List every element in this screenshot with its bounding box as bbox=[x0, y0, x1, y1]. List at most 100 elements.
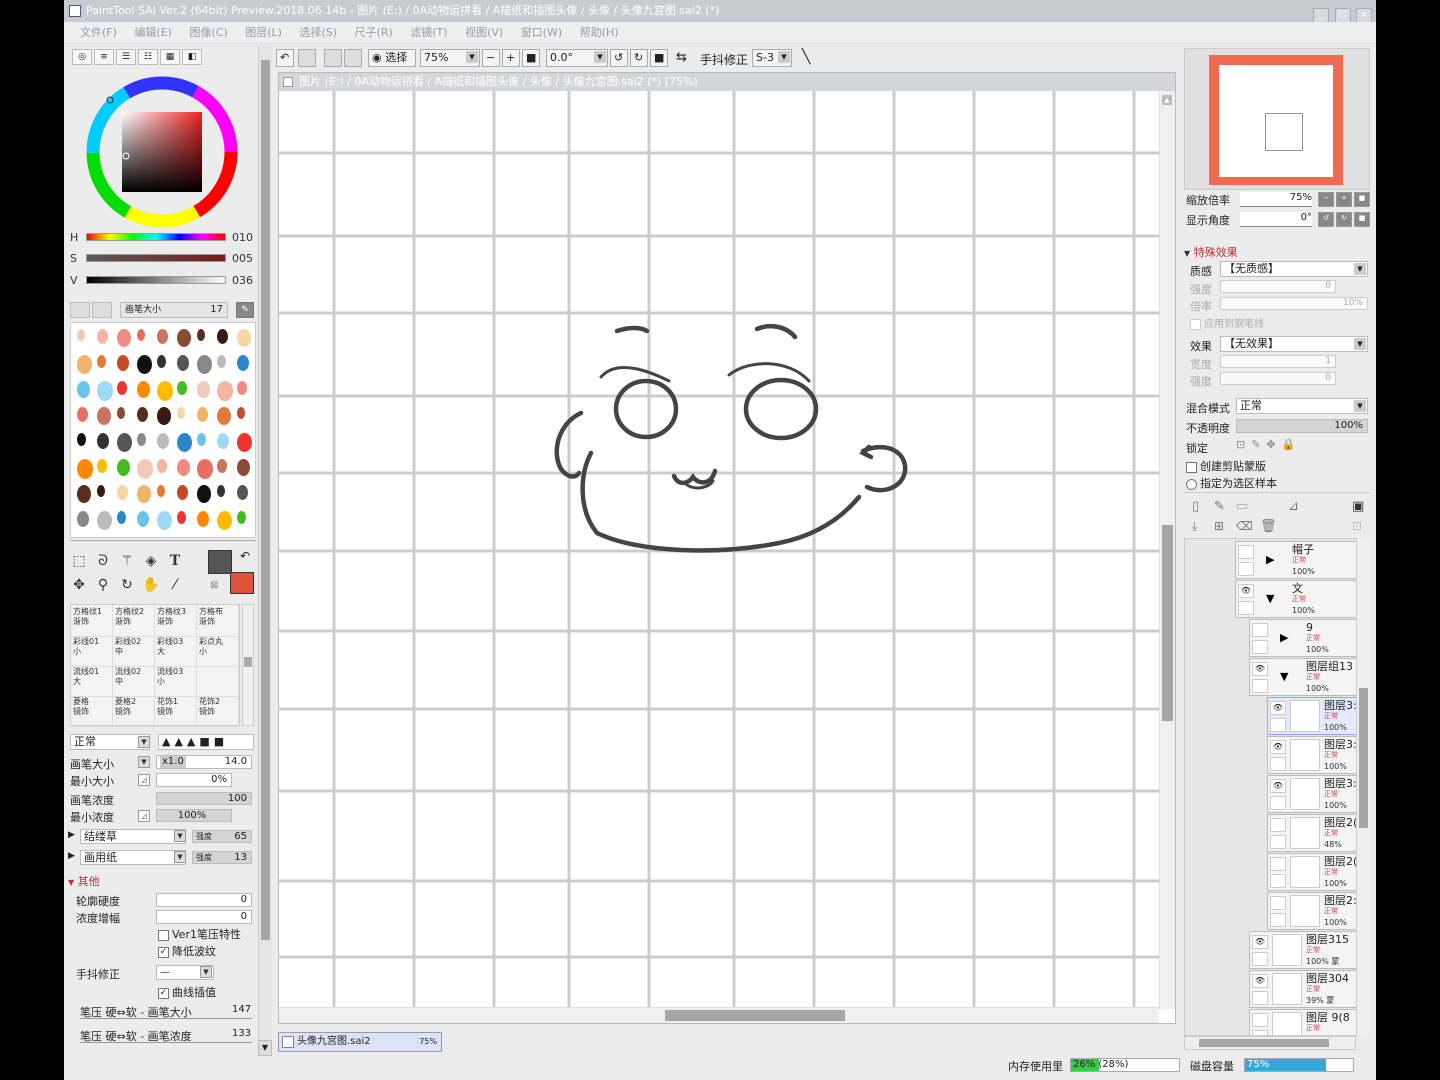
folder-closed-icon[interactable]: ▶ bbox=[1266, 554, 1274, 565]
color-swatch[interactable] bbox=[97, 329, 108, 344]
brush-cell[interactable]: 彩线03 大 bbox=[155, 635, 197, 667]
magic-wand-icon[interactable]: ⚚ bbox=[116, 550, 138, 572]
rgb-slider-tab-icon[interactable]: ≡ bbox=[94, 49, 114, 65]
color-swatch[interactable] bbox=[177, 459, 190, 476]
layer-row[interactable]: ▶ 9 正常 100% bbox=[1249, 619, 1359, 657]
angle-select[interactable]: 0.0° ▼ bbox=[546, 49, 608, 67]
menu-ruler[interactable]: 尺子(R) bbox=[355, 22, 393, 44]
apply-pen-checkbox[interactable]: 应用到钢笔线 bbox=[1190, 315, 1264, 330]
folder-open-icon[interactable]: ▼ bbox=[1280, 671, 1288, 682]
zoom-reset-icon[interactable]: ■ bbox=[522, 49, 540, 67]
texture1-select[interactable]: 结缕草 bbox=[80, 829, 186, 844]
other-section-header[interactable]: ▼ 其他 bbox=[68, 873, 100, 889]
color-swatch[interactable] bbox=[137, 485, 151, 503]
straight-line-icon[interactable]: ╲ bbox=[802, 49, 810, 65]
layer-lock-box[interactable] bbox=[1270, 718, 1286, 732]
color-swatches[interactable] bbox=[70, 322, 256, 538]
size-dropdown-icon[interactable]: ▼ bbox=[138, 756, 150, 768]
visibility-eye-icon[interactable] bbox=[1252, 623, 1268, 637]
ref-layer-radio[interactable]: 指定为选区样本 bbox=[1186, 475, 1277, 491]
nav-zoom-out-icon[interactable]: − bbox=[1318, 192, 1334, 207]
color-wheel[interactable] bbox=[86, 76, 238, 228]
eyedropper-icon[interactable]: ⁄ bbox=[164, 574, 186, 596]
nav-zoom-reset-icon[interactable]: ■ bbox=[1354, 192, 1370, 207]
color-swatch[interactable] bbox=[197, 407, 208, 422]
scratchpad-tab-icon[interactable]: ◧ bbox=[182, 49, 202, 65]
color-swatch[interactable] bbox=[117, 381, 127, 395]
menu-layer[interactable]: 图层(L) bbox=[245, 22, 282, 44]
value-slider[interactable] bbox=[86, 276, 226, 284]
layer-row[interactable]: 👁 ▼ 图层组13 正常 100% bbox=[1249, 658, 1359, 696]
color-swatch[interactable] bbox=[77, 329, 85, 341]
move-icon[interactable]: ✥ bbox=[68, 574, 90, 596]
color-swatch[interactable] bbox=[197, 329, 205, 341]
color-swatch[interactable] bbox=[77, 511, 89, 527]
visibility-eye-icon[interactable]: 👁 bbox=[1252, 974, 1268, 988]
maximize-button[interactable]: □ bbox=[1334, 8, 1351, 23]
bucket-icon[interactable]: ◈ bbox=[140, 550, 162, 572]
canvas-vertical-scrollbar[interactable]: ▲ bbox=[1159, 91, 1175, 1009]
density-slider[interactable]: 100 bbox=[156, 792, 252, 805]
color-swatch[interactable] bbox=[97, 485, 105, 497]
min-density-curve-icon[interactable]: ◿ bbox=[138, 810, 150, 822]
color-swatch[interactable] bbox=[237, 355, 249, 371]
layer-lock-box[interactable] bbox=[1270, 757, 1286, 771]
layer-lock-box[interactable] bbox=[1252, 640, 1268, 654]
layer-row[interactable]: 👁 图层304 正常 39% 蒙 bbox=[1249, 970, 1359, 1008]
curve-interp-checkbox[interactable]: ✓ 曲线插值 bbox=[158, 984, 216, 1000]
reduce-ripple-checkbox[interactable]: ✓ 降低波纹 bbox=[158, 943, 216, 959]
chevron-down-icon[interactable]: ▼ bbox=[200, 966, 212, 978]
layer-lock-box[interactable] bbox=[1270, 835, 1286, 849]
stabilizer-select[interactable]: S-3 ▼ bbox=[752, 49, 792, 67]
color-wheel-tab-icon[interactable]: ◎ bbox=[72, 49, 92, 65]
visibility-eye-icon[interactable] bbox=[1270, 818, 1286, 832]
color-swatch[interactable] bbox=[77, 485, 91, 503]
zoom-select[interactable]: 75% ▼ bbox=[420, 49, 480, 67]
layer-lock-box[interactable] bbox=[1252, 991, 1268, 1005]
texture2-strength[interactable]: 强度 13 bbox=[192, 851, 252, 864]
color-swatch[interactable] bbox=[77, 407, 88, 422]
color-swatch[interactable] bbox=[237, 433, 252, 452]
nav-zoom-in-icon[interactable]: + bbox=[1336, 192, 1352, 207]
brush-cell[interactable]: 菱格2 镜饰 bbox=[113, 695, 155, 727]
minimize-button[interactable]: _ bbox=[1313, 8, 1329, 23]
brush-cell[interactable]: 方格纹3 渐饰 bbox=[155, 605, 197, 637]
color-swatch[interactable] bbox=[217, 381, 233, 401]
brush-cell[interactable]: 方格纹1 渐饰 bbox=[71, 605, 113, 637]
visibility-eye-icon[interactable] bbox=[1252, 1013, 1268, 1027]
layer-lock-box[interactable] bbox=[1270, 874, 1286, 888]
nav-rotate-reset-icon[interactable]: ■ bbox=[1354, 212, 1370, 227]
zoom-slider[interactable]: 75% bbox=[1240, 192, 1312, 207]
layer-lock-box[interactable] bbox=[1252, 952, 1268, 966]
chevron-down-icon[interactable]: ▼ bbox=[138, 736, 150, 748]
color-swatch[interactable] bbox=[137, 459, 153, 479]
color-swatch[interactable] bbox=[197, 485, 211, 503]
hand-icon[interactable]: ✋ bbox=[140, 574, 162, 596]
menu-window[interactable]: 窗口(W) bbox=[521, 22, 562, 44]
left-panel-scrollbar[interactable] bbox=[258, 46, 272, 1046]
menu-edit[interactable]: 编辑(E) bbox=[134, 22, 172, 44]
brush-cell[interactable]: 彩线02 中 bbox=[113, 635, 155, 667]
color-swatch[interactable] bbox=[197, 511, 209, 527]
color-swatch[interactable] bbox=[97, 511, 112, 530]
visibility-eye-icon[interactable] bbox=[1270, 857, 1286, 871]
color-swatch[interactable] bbox=[137, 329, 145, 341]
brush-cell[interactable]: 流线03 小 bbox=[155, 665, 197, 697]
rotate-left-icon[interactable]: ↺ bbox=[610, 49, 628, 67]
layer-row[interactable]: 图层 9(8 正常 bbox=[1249, 1009, 1359, 1035]
color-swatch[interactable] bbox=[237, 511, 246, 524]
layer-lock-box[interactable] bbox=[1238, 562, 1254, 576]
effect-select[interactable]: 【无效果】 ▼ bbox=[1220, 336, 1368, 352]
menu-select[interactable]: 选择(S) bbox=[299, 22, 337, 44]
brush-shape-selector[interactable]: ▲▲▲■■ bbox=[158, 734, 254, 750]
swap-colors-icon[interactable]: ↶ bbox=[240, 549, 250, 563]
visibility-eye-icon[interactable] bbox=[1238, 545, 1254, 559]
brush-size-field[interactable]: 画笔大小 17 bbox=[120, 302, 228, 318]
brush-grid-scrollbar[interactable] bbox=[242, 604, 254, 726]
new-pen-layer-icon[interactable]: ✎ bbox=[1214, 499, 1225, 514]
layer-list-scrollbar[interactable] bbox=[1356, 538, 1370, 1036]
layer-row[interactable]: 👁 ▼ 文正常 100% bbox=[1235, 580, 1359, 618]
brush-cell[interactable]: 彩线01 小 bbox=[71, 635, 113, 667]
trash-icon[interactable]: 🗑 bbox=[1260, 519, 1277, 534]
add-mask-icon[interactable]: ⊞ bbox=[1214, 519, 1224, 533]
